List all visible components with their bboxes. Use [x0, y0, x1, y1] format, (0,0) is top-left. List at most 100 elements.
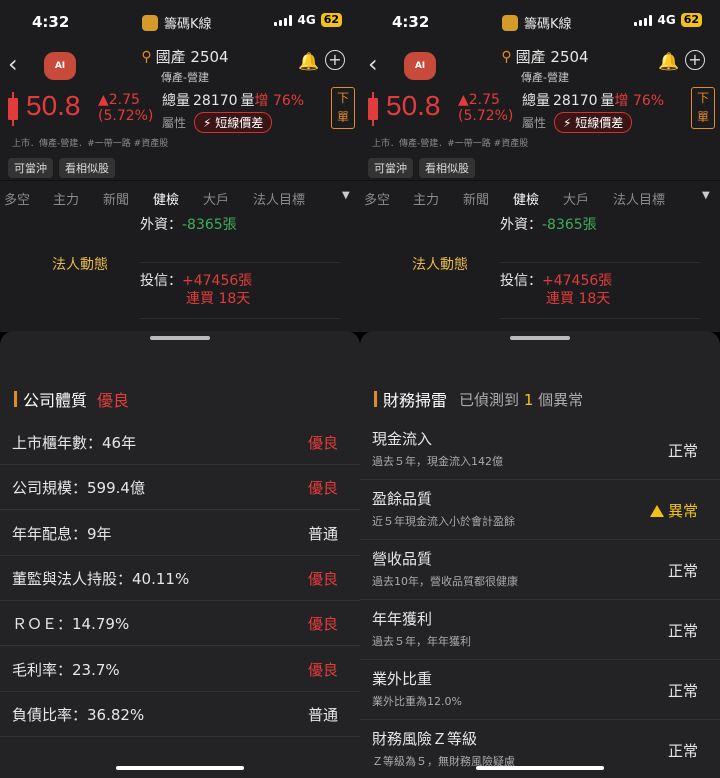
- chip-group: 可當沖 看相似股: [8, 158, 115, 178]
- finance-row[interactable]: 現金流入 過去５年，現金流入142億 正常: [360, 420, 720, 480]
- quality-result: 普通: [307, 524, 338, 543]
- finance-desc: 過去10年，營收品質都很健康: [372, 575, 518, 588]
- tab-institutional-target[interactable]: 法人目標: [613, 189, 665, 208]
- divider: [500, 318, 700, 319]
- finance-label: 營收品質: [372, 550, 433, 568]
- finance-result: 正常: [667, 562, 698, 580]
- ai-robot-icon[interactable]: AI: [404, 52, 436, 80]
- chevron-down-icon[interactable]: ▼: [342, 190, 350, 201]
- quality-label: 負債比率：36.82%: [12, 705, 145, 724]
- finance-label: 業外比重: [372, 670, 433, 688]
- home-indicator[interactable]: [116, 766, 244, 770]
- home-indicator[interactable]: [476, 766, 604, 770]
- finance-label: 盈餘品質: [372, 490, 433, 508]
- status-indicators: 4G 62: [634, 13, 702, 27]
- divider: [140, 318, 340, 319]
- quality-result: 優良: [307, 569, 338, 588]
- chevron-down-icon[interactable]: ▼: [702, 190, 710, 201]
- stock-title-block[interactable]: ⚲ 國產 2504 傳產-營建: [490, 46, 600, 85]
- investment-trust: 投信：+47456張: [140, 273, 253, 289]
- quality-result: 優良: [307, 615, 338, 634]
- tab-large-holders[interactable]: 大戶: [563, 189, 589, 208]
- search-icon: ⚲: [141, 48, 152, 65]
- battery-icon: 62: [320, 13, 342, 27]
- finance-result: 異常: [649, 500, 698, 521]
- network-label: 4G: [657, 13, 676, 27]
- finance-label: 現金流入: [372, 430, 433, 448]
- finance-row[interactable]: 盈餘品質 近５年現金流入小於會計盈餘 異常: [360, 480, 720, 540]
- stock-title-block[interactable]: ⚲ 國產 2504 傳產-營建: [130, 46, 240, 85]
- quality-label: 毛利率：23.7%: [12, 660, 120, 679]
- tab-main-force[interactable]: 主力: [413, 189, 439, 208]
- institutional-section: 法人動態 外資：-8365張 投信：+47456張 連買 18天: [0, 212, 360, 332]
- title-accent-bar: [14, 391, 17, 407]
- finance-row[interactable]: 年年獲利 過去５年，年年獲利 正常: [360, 600, 720, 660]
- finance-label: 年年獲利: [372, 610, 433, 628]
- chip-similar-stocks[interactable]: 看相似股: [59, 158, 115, 178]
- sheet-grab-handle[interactable]: [510, 336, 570, 340]
- finance-result: 正常: [667, 682, 698, 700]
- add-watchlist-button[interactable]: +: [325, 50, 345, 70]
- tab-health-check[interactable]: 健檢: [153, 189, 179, 208]
- quality-result: 優良: [307, 479, 338, 498]
- foreign-investor: 外資：-8365張: [140, 217, 237, 233]
- tab-institutional-target[interactable]: 法人目標: [253, 189, 305, 208]
- short-term-badge[interactable]: ⚡ 短線價差: [194, 112, 273, 133]
- sheet-title: 公司體質 優良: [14, 387, 129, 411]
- status-time: 4:32: [392, 13, 430, 31]
- quality-row: 年年配息：9年 普通: [0, 511, 360, 556]
- price-change: ▲2.75 (5.72%): [98, 92, 154, 124]
- finance-result: 正常: [667, 742, 698, 760]
- tab-large-holders[interactable]: 大戶: [203, 189, 229, 208]
- tab-bull-bear[interactable]: 多空: [4, 189, 30, 208]
- status-time: 4:32: [32, 13, 70, 31]
- tab-bull-bear[interactable]: 多空: [364, 189, 390, 208]
- quality-result: 優良: [307, 434, 338, 452]
- finance-result: 正常: [667, 442, 698, 460]
- financial-scan-sheet[interactable]: 財務掃雷 已偵測到 1 個異常 現金流入 過去５年，現金流入142億 正常 盈餘品質近…: [360, 331, 720, 778]
- candle-icon: [8, 92, 18, 126]
- back-icon[interactable]: ‹: [368, 50, 388, 78]
- order-button[interactable]: 下單: [331, 87, 355, 129]
- finance-row[interactable]: 營收品質過去10年，營收品質都很健康 正常: [360, 540, 720, 600]
- left-screen: 4:32 籌碼K線 4G 62 ‹ AI ⚲ 國產 2504 傳產-營建 🔔 + …: [0, 0, 360, 778]
- app-logo-icon: [142, 14, 158, 31]
- tab-news[interactable]: 新聞: [463, 189, 489, 208]
- price-change: ▲2.75 (5.72%): [458, 92, 514, 124]
- order-button[interactable]: 下單: [691, 87, 715, 129]
- short-term-badge[interactable]: ⚡ 短線價差: [554, 112, 633, 133]
- quality-row: 上市櫃年數：46年 優良: [0, 420, 360, 465]
- finance-label: 財務風險Ｚ等級: [372, 730, 478, 748]
- status-app-name: 籌碼K線: [164, 17, 212, 32]
- quality-result: 普通: [307, 705, 338, 724]
- trust-streak: 連買 18天: [186, 291, 251, 307]
- anomaly-summary: 已偵測到 1 個異常: [459, 390, 584, 409]
- chip-day-trade[interactable]: 可當沖: [8, 158, 53, 178]
- finance-desc: 業外比重為12.0%: [372, 695, 462, 708]
- sheet-grab-handle[interactable]: [150, 336, 210, 340]
- chip-similar-stocks[interactable]: 看相似股: [419, 158, 475, 178]
- quality-result: 優良: [307, 660, 338, 679]
- bell-icon[interactable]: 🔔: [658, 52, 679, 72]
- tab-main-force[interactable]: 主力: [53, 189, 79, 208]
- status-app: 籌碼K線: [142, 13, 212, 32]
- stock-sector: 傳產-營建: [521, 71, 569, 84]
- finance-row[interactable]: 業外比重業外比重為12.0% 正常: [360, 660, 720, 720]
- back-icon[interactable]: ‹: [8, 50, 28, 78]
- add-watchlist-button[interactable]: +: [685, 50, 705, 70]
- investment-trust: 投信：+47456張: [500, 273, 613, 289]
- sheet-title: 財務掃雷 已偵測到 1 個異常: [374, 387, 583, 411]
- tab-health-check[interactable]: 健檢: [513, 189, 539, 208]
- stock-header: ‹ AI ⚲ 國產 2504 傳產-營建 🔔 + 50.8 ▲2.75 (5.72%…: [360, 44, 720, 180]
- ai-robot-icon[interactable]: AI: [44, 52, 76, 80]
- quality-row: ＲＯＥ：14.79% 優良: [0, 601, 360, 647]
- chip-group: 可當沖 看相似股: [368, 158, 475, 178]
- tab-news[interactable]: 新聞: [103, 189, 129, 208]
- warning-icon: [649, 505, 664, 517]
- status-indicators: 4G 62: [274, 13, 342, 27]
- stock-price: 50.8: [386, 90, 441, 121]
- battery-icon: 62: [680, 13, 702, 27]
- bell-icon[interactable]: 🔔: [298, 52, 319, 72]
- company-quality-sheet[interactable]: 公司體質 優良 上市櫃年數：46年 優良 公司規模：599.4億 優良 年年配息：9年普…: [0, 331, 360, 778]
- chip-day-trade[interactable]: 可當沖: [368, 158, 413, 178]
